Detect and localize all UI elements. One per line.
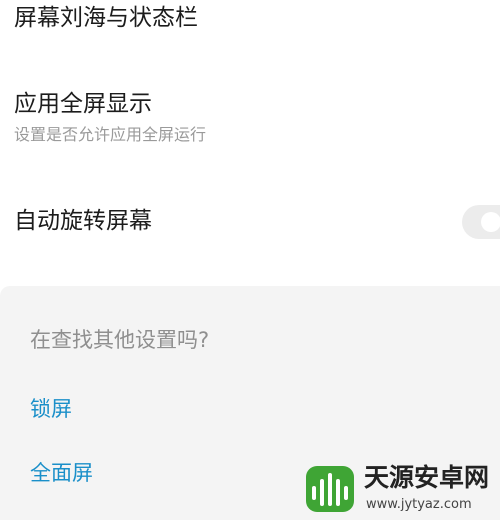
setting-notch-status-bar[interactable]: 屏幕刘海与状态栏: [0, 0, 500, 48]
settings-screen: 屏幕刘海与状态栏 应用全屏显示 设置是否允许应用全屏运行 自动旋转屏幕 在查找其…: [0, 0, 500, 520]
setting-fullscreen-title: 应用全屏显示: [14, 91, 152, 117]
watermark-url: www.jytyaz.com: [366, 497, 472, 512]
setting-notch-title: 屏幕刘海与状态栏: [14, 5, 198, 31]
suggestion-link-full-screen[interactable]: 全面屏: [30, 459, 93, 487]
setting-auto-rotate[interactable]: 自动旋转屏幕: [0, 190, 500, 252]
auto-rotate-toggle[interactable]: [462, 205, 500, 239]
setting-auto-rotate-title: 自动旋转屏幕: [14, 208, 152, 234]
setting-fullscreen-subtitle: 设置是否允许应用全屏运行: [14, 125, 207, 144]
toggle-knob: [481, 212, 500, 232]
watermark-name: 天源安卓网: [364, 463, 490, 492]
suggestions-heading: 在查找其他设置吗?: [30, 328, 210, 352]
suggestion-link-lock-screen[interactable]: 锁屏: [30, 395, 72, 423]
watermark: 天源安卓网 www.jytyaz.com: [298, 458, 500, 520]
setting-fullscreen-apps[interactable]: 应用全屏显示 设置是否允许应用全屏运行: [0, 80, 500, 158]
watermark-android-logo-icon: [306, 466, 354, 512]
